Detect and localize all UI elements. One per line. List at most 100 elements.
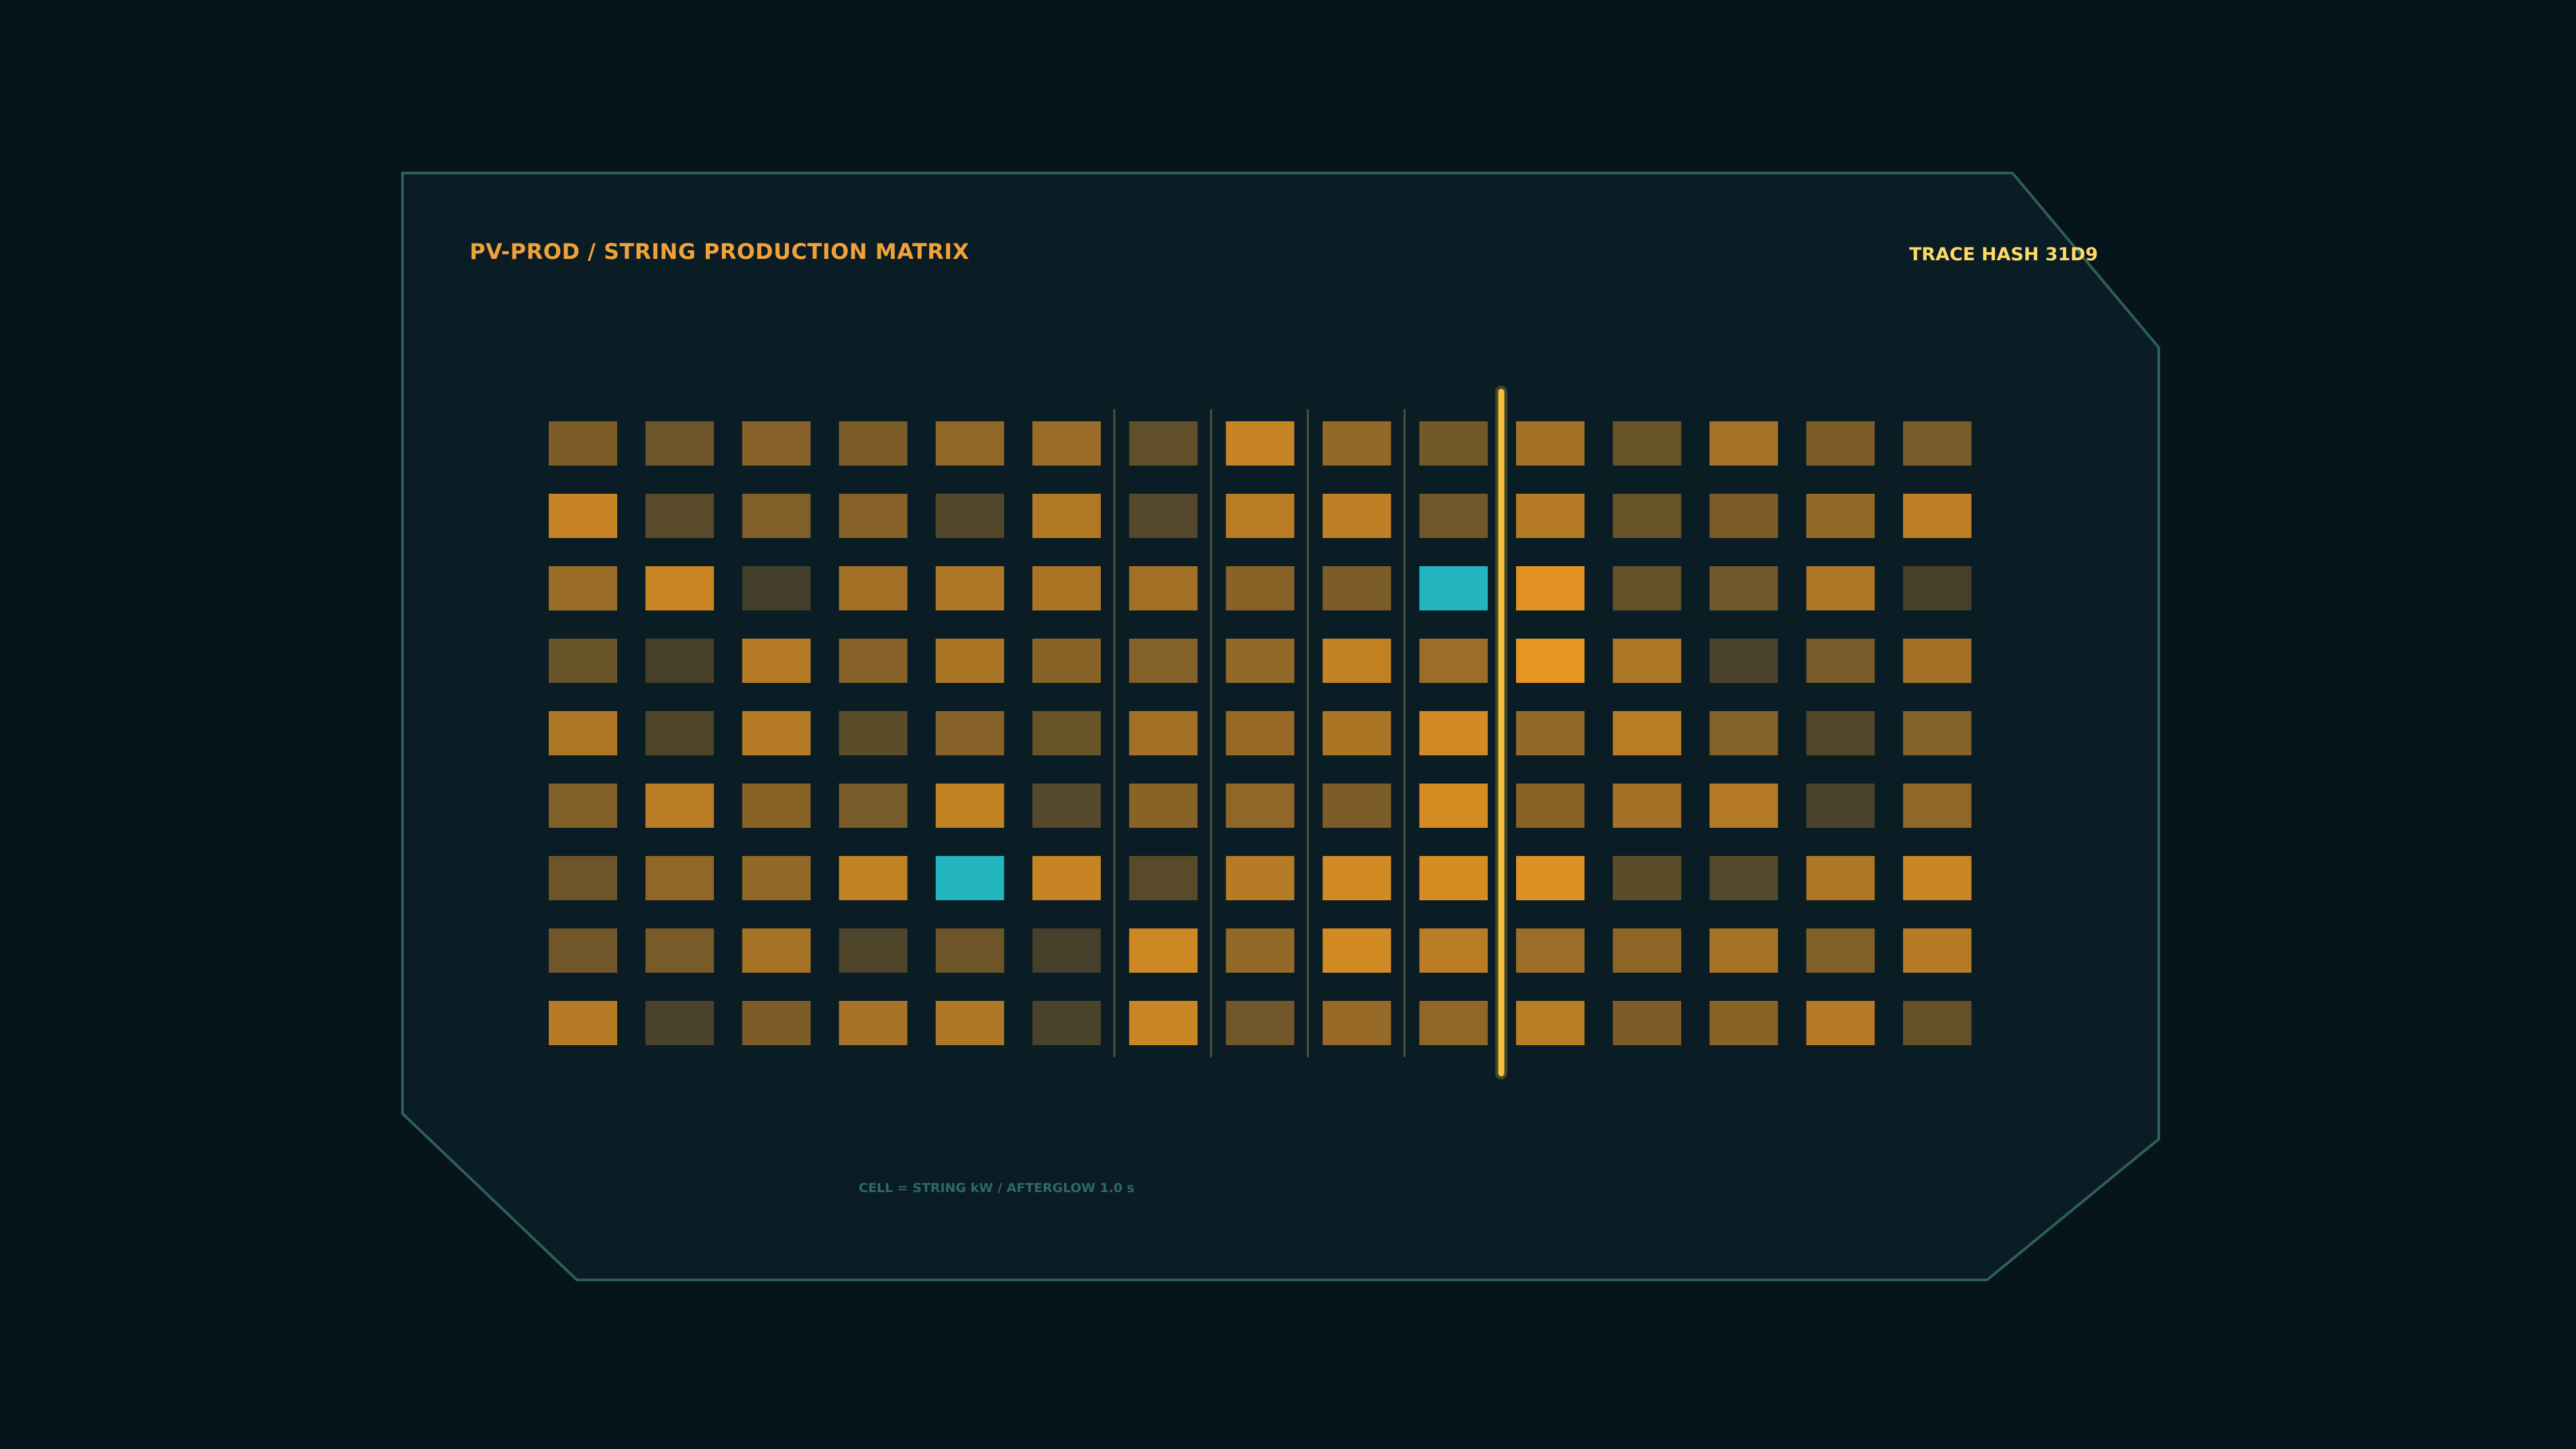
matrix-cell-highlighted[interactable] [1419,566,1488,610]
matrix-cell[interactable] [1806,421,1875,466]
matrix-cell[interactable] [1226,566,1295,610]
matrix-cell[interactable] [1613,566,1682,610]
matrix-cell[interactable] [549,928,617,973]
matrix-cell[interactable] [1032,928,1101,973]
matrix-cell[interactable] [839,421,908,466]
matrix-cell[interactable] [1419,711,1488,755]
matrix-cell[interactable] [1032,1001,1101,1045]
matrix-cell[interactable] [839,711,908,755]
matrix-cell[interactable] [1226,421,1295,466]
matrix-cell[interactable] [839,1001,908,1045]
matrix-cell[interactable] [1226,784,1295,828]
matrix-cell[interactable] [935,711,1004,755]
matrix-cell[interactable] [1226,856,1295,900]
matrix-cell[interactable] [1516,639,1585,683]
matrix-cell[interactable] [645,711,714,755]
matrix-cell[interactable] [1322,856,1391,900]
matrix-cell[interactable] [1806,928,1875,973]
matrix-cell[interactable] [549,711,617,755]
matrix-cell[interactable] [1902,421,1972,466]
matrix-cell[interactable] [1613,711,1682,755]
matrix-cell[interactable] [1419,856,1488,900]
matrix-cell[interactable] [1613,856,1682,900]
matrix-cell[interactable] [935,1001,1004,1045]
matrix-cell[interactable] [742,1001,811,1045]
matrix-cell[interactable] [1516,856,1585,900]
matrix-cell[interactable] [645,784,714,828]
matrix-cell[interactable] [1709,711,1778,755]
matrix-cell[interactable] [645,639,714,683]
matrix-cell[interactable] [1032,639,1101,683]
matrix-cell[interactable] [1322,1001,1391,1045]
matrix-cell[interactable] [1709,566,1778,610]
matrix-cell[interactable] [1419,639,1488,683]
matrix-cell[interactable] [1419,928,1488,973]
matrix-cell[interactable] [1129,494,1198,538]
matrix-cell[interactable] [1902,1001,1972,1045]
matrix-cell[interactable] [742,639,811,683]
matrix-cell[interactable] [1516,421,1585,466]
matrix-cell[interactable] [742,856,811,900]
matrix-cell[interactable] [742,928,811,973]
matrix-cell[interactable] [1709,856,1778,900]
matrix-cell[interactable] [935,928,1004,973]
matrix-cell[interactable] [1902,784,1972,828]
matrix-cell[interactable] [1322,494,1391,538]
matrix-cell[interactable] [742,566,811,610]
matrix-cell[interactable] [549,494,617,538]
matrix-cell[interactable] [1322,639,1391,683]
matrix-cell[interactable] [645,928,714,973]
matrix-cell[interactable] [1709,928,1778,973]
matrix-cell[interactable] [839,784,908,828]
matrix-cell[interactable] [1226,1001,1295,1045]
matrix-cell[interactable] [1129,639,1198,683]
matrix-cell[interactable] [1613,639,1682,683]
matrix-cell[interactable] [645,421,714,466]
matrix-cell[interactable] [1129,1001,1198,1045]
matrix-cell[interactable] [1613,494,1682,538]
matrix-cell[interactable] [839,639,908,683]
matrix-cell[interactable] [839,856,908,900]
matrix-cell[interactable] [1322,784,1391,828]
matrix-cell[interactable] [1516,494,1585,538]
matrix-cell[interactable] [1902,856,1972,900]
matrix-cell[interactable] [549,784,617,828]
matrix-cell[interactable] [742,784,811,828]
matrix-cell[interactable] [742,421,811,466]
matrix-cell-highlighted[interactable] [935,856,1004,900]
matrix-cell[interactable] [839,566,908,610]
matrix-cell[interactable] [1613,1001,1682,1045]
matrix-cell[interactable] [935,784,1004,828]
matrix-cell[interactable] [1806,494,1875,538]
matrix-cell[interactable] [935,494,1004,538]
matrix-cell[interactable] [1032,566,1101,610]
matrix-cell[interactable] [1032,856,1101,900]
matrix-cell[interactable] [1516,928,1585,973]
matrix-cell[interactable] [1806,1001,1875,1045]
matrix-cell[interactable] [1322,711,1391,755]
matrix-cell[interactable] [1516,566,1585,610]
matrix-cell[interactable] [1129,856,1198,900]
matrix-cell[interactable] [1032,711,1101,755]
matrix-cell[interactable] [1419,784,1488,828]
matrix-cell[interactable] [1419,494,1488,538]
matrix-cell[interactable] [1226,928,1295,973]
matrix-cell[interactable] [1806,711,1875,755]
matrix-cell[interactable] [645,566,714,610]
matrix-cell[interactable] [1902,639,1972,683]
matrix-cell[interactable] [1902,494,1972,538]
matrix-cell[interactable] [1322,421,1391,466]
matrix-cell[interactable] [1516,711,1585,755]
matrix-cell[interactable] [1709,1001,1778,1045]
matrix-cell[interactable] [1032,784,1101,828]
matrix-cell[interactable] [1902,928,1972,973]
matrix-cell[interactable] [1226,639,1295,683]
matrix-cell[interactable] [1419,421,1488,466]
matrix-cell[interactable] [549,1001,617,1045]
matrix-cell[interactable] [1516,1001,1585,1045]
matrix-cell[interactable] [935,421,1004,466]
matrix-cell[interactable] [645,494,714,538]
matrix-cell[interactable] [645,1001,714,1045]
matrix-cell[interactable] [1129,566,1198,610]
matrix-cell[interactable] [1709,421,1778,466]
